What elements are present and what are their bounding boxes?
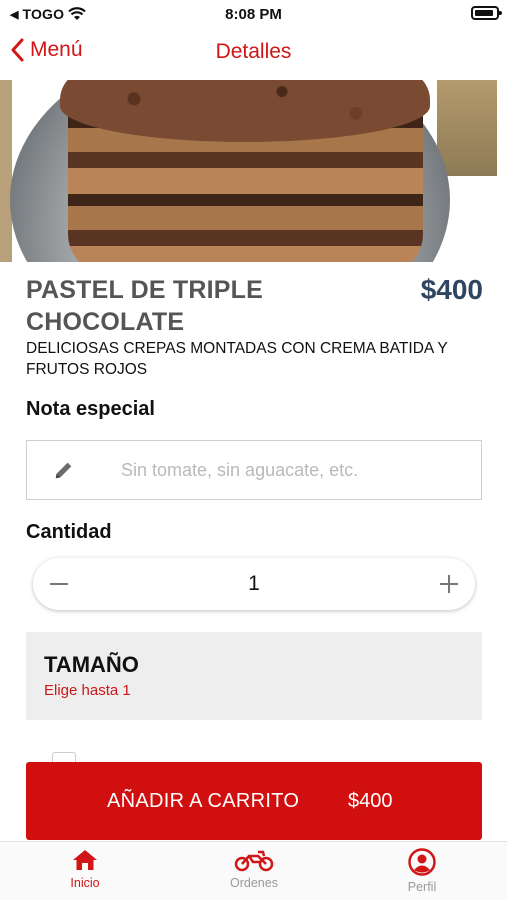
add-to-cart-label: AÑADIR A CARRITO xyxy=(107,790,300,812)
tab-ordenes[interactable]: Ordenes xyxy=(204,848,304,890)
tab-bar: Inicio Ordenes Perfil xyxy=(0,841,507,900)
product-title: PASTEL DE TRIPLE CHOCOLATE xyxy=(26,276,264,336)
product-price: $400 xyxy=(420,274,483,305)
add-to-cart-button[interactable]: AÑADIR A CARRITO $400 xyxy=(26,762,482,840)
nav-bar: Menú Detalles xyxy=(0,28,507,78)
quantity-label: Cantidad xyxy=(26,521,112,543)
home-icon xyxy=(73,850,97,870)
tab-inicio-label: Inicio xyxy=(70,876,100,890)
product-description: DELICIOSAS CREPAS MONTADAS CON CREMA BAT… xyxy=(26,340,448,378)
status-bar: ◀ TOGO 8:08 PM xyxy=(0,0,507,28)
quantity-value: 1 xyxy=(248,572,260,595)
tab-ordenes-label: Ordenes xyxy=(230,876,278,890)
size-title: TAMAÑO xyxy=(44,652,139,677)
decrement-button[interactable] xyxy=(33,558,85,610)
add-to-cart-price: $400 xyxy=(348,790,393,812)
note-field[interactable] xyxy=(26,440,482,500)
page-title: Detalles xyxy=(215,40,292,63)
pencil-icon xyxy=(55,462,72,479)
tab-inicio[interactable]: Inicio xyxy=(35,848,135,890)
image-background-left xyxy=(0,80,12,262)
size-subtitle: Elige hasta 1 xyxy=(44,682,131,699)
status-time: 8:08 PM xyxy=(225,6,282,23)
increment-button[interactable] xyxy=(423,558,475,610)
product-image xyxy=(0,80,507,262)
minus-icon xyxy=(50,583,68,585)
tab-perfil[interactable]: Perfil xyxy=(372,848,472,894)
image-background-right xyxy=(437,80,497,176)
size-section-header: TAMAÑO Elige hasta 1 xyxy=(26,632,482,720)
note-label: Nota especial xyxy=(26,398,155,420)
user-icon xyxy=(408,848,436,876)
note-input[interactable] xyxy=(121,459,461,481)
quantity-stepper: 1 xyxy=(33,558,475,610)
battery-icon xyxy=(471,6,502,20)
tab-perfil-label: Perfil xyxy=(407,880,437,894)
plus-icon xyxy=(440,575,458,593)
motorcycle-icon xyxy=(234,850,274,872)
